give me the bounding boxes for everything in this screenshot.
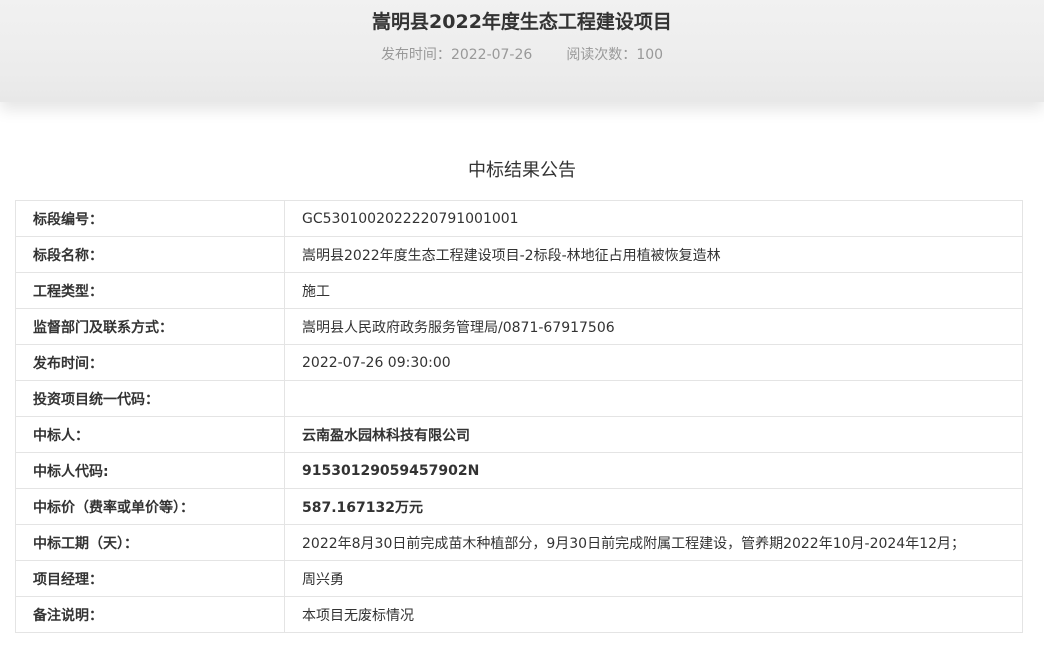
row-value: 嵩明县人民政府政务服务管理局/0871-67917506 [284, 308, 1023, 345]
row-label: 中标价（费率或单价等）： [15, 488, 285, 525]
row-label: 中标人： [15, 416, 285, 453]
row-value: 2022年8月30日前完成苗木种植部分，9月30日前完成附属工程建设，管养期20… [284, 524, 1023, 561]
row-label: 监督部门及联系方式： [15, 308, 285, 345]
views-count: 100 [636, 47, 664, 63]
row-label: 中标工期（天）： [15, 524, 285, 561]
article-meta: 发布时间：2022-07-26 阅读次数：100 [0, 44, 1044, 66]
notice-title: 中标结果公告 [468, 160, 576, 181]
table-row: 中标价（费率或单价等）： 587.167132万元 [15, 488, 1023, 525]
article-header: 嵩明县2022年度生态工程建设项目 发布时间：2022-07-26 阅读次数：10… [0, 0, 1044, 102]
table-row: 标段名称： 嵩明县2022年度生态工程建设项目-2标段-林地征占用植被恢复造林 [15, 236, 1023, 273]
row-label: 中标人代码: [15, 452, 285, 489]
bid-result-table: 标段编号： GC5301002022220791001001 标段名称： 嵩明县… [15, 200, 1023, 633]
row-value: 嵩明县2022年度生态工程建设项目-2标段-林地征占用植被恢复造林 [284, 236, 1023, 273]
page: 嵩明县2022年度生态工程建设项目 发布时间：2022-07-26 阅读次数：10… [0, 0, 1044, 649]
table-row: 备注说明： 本项目无废标情况 [15, 596, 1023, 633]
publish-label: 发布时间： [380, 47, 451, 63]
row-value: 施工 [284, 272, 1023, 309]
row-value: 587.167132万元 [284, 488, 1023, 525]
table-row: 监督部门及联系方式： 嵩明县人民政府政务服务管理局/0871-67917506 [15, 308, 1023, 345]
table-row: 项目经理： 周兴勇 [15, 560, 1023, 597]
table-row: 中标工期（天）： 2022年8月30日前完成苗木种植部分，9月30日前完成附属工… [15, 524, 1023, 561]
row-value: 周兴勇 [284, 560, 1023, 597]
row-label: 项目经理： [15, 560, 285, 597]
table-row: 中标人： 云南盈水园林科技有限公司 [15, 416, 1023, 453]
row-value: 本项目无废标情况 [284, 596, 1023, 633]
views-label: 阅读次数： [566, 47, 637, 63]
row-value [284, 380, 1023, 417]
row-label: 工程类型： [15, 272, 285, 309]
table-row: 标段编号： GC5301002022220791001001 [15, 200, 1023, 237]
row-value: 2022-07-26 09:30:00 [284, 344, 1023, 381]
publish-date: 2022-07-26 [450, 47, 533, 63]
article-title: 嵩明县2022年度生态工程建设项目 [372, 11, 672, 33]
table-row: 中标人代码: 91530129059457902N [15, 452, 1023, 489]
row-label: 备注说明： [15, 596, 285, 633]
table-row: 投资项目统一代码： [15, 380, 1023, 417]
row-value: GC5301002022220791001001 [284, 200, 1023, 237]
row-value: 云南盈水园林科技有限公司 [284, 416, 1023, 453]
table-row: 工程类型： 施工 [15, 272, 1023, 309]
row-value: 91530129059457902N [284, 452, 1023, 489]
publish-info: 发布时间：2022-07-26 [381, 44, 532, 66]
row-label: 投资项目统一代码： [15, 380, 285, 417]
row-label: 标段编号： [15, 200, 285, 237]
table-row: 发布时间： 2022-07-26 09:30:00 [15, 344, 1023, 381]
row-label: 标段名称： [15, 236, 285, 273]
row-label: 发布时间： [15, 344, 285, 381]
views-info: 阅读次数：100 [566, 44, 663, 66]
